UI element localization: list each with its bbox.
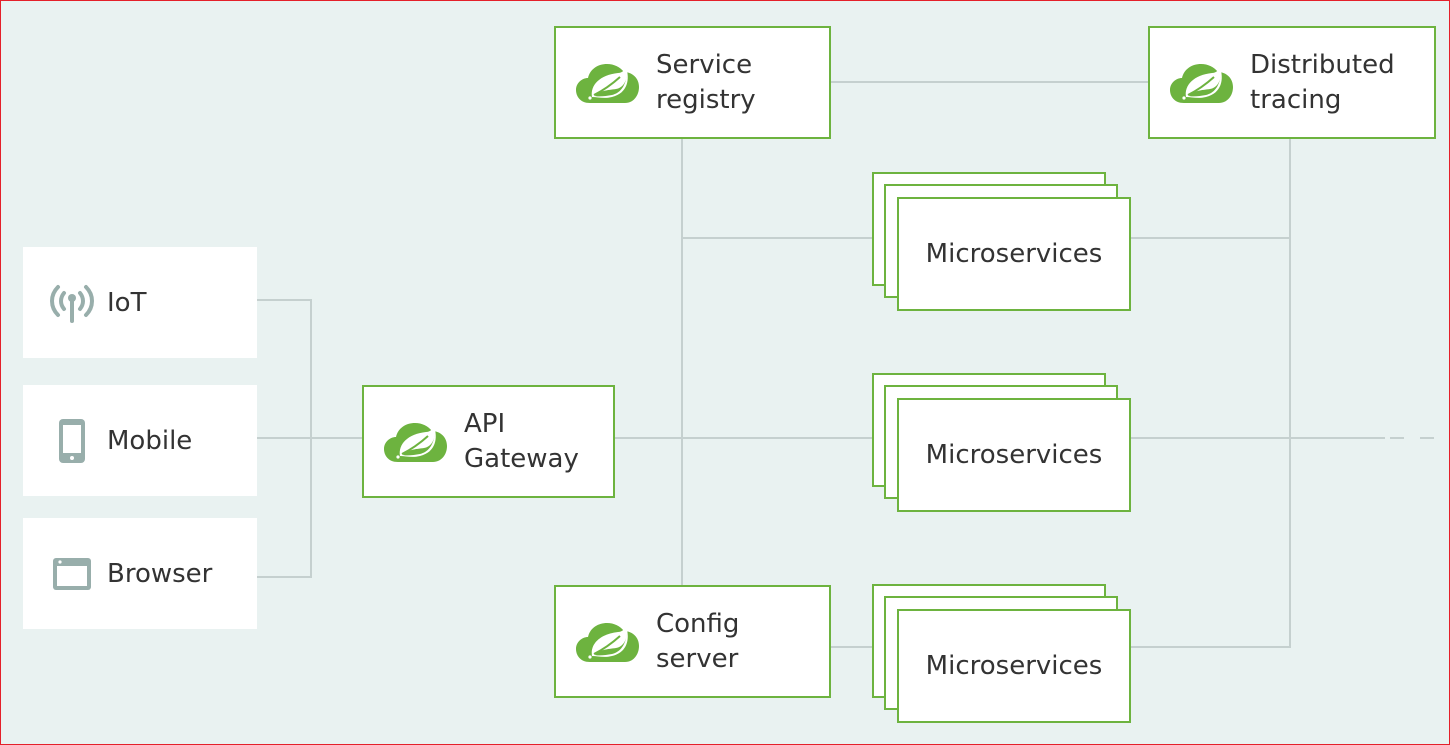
image-border — [0, 0, 1450, 745]
